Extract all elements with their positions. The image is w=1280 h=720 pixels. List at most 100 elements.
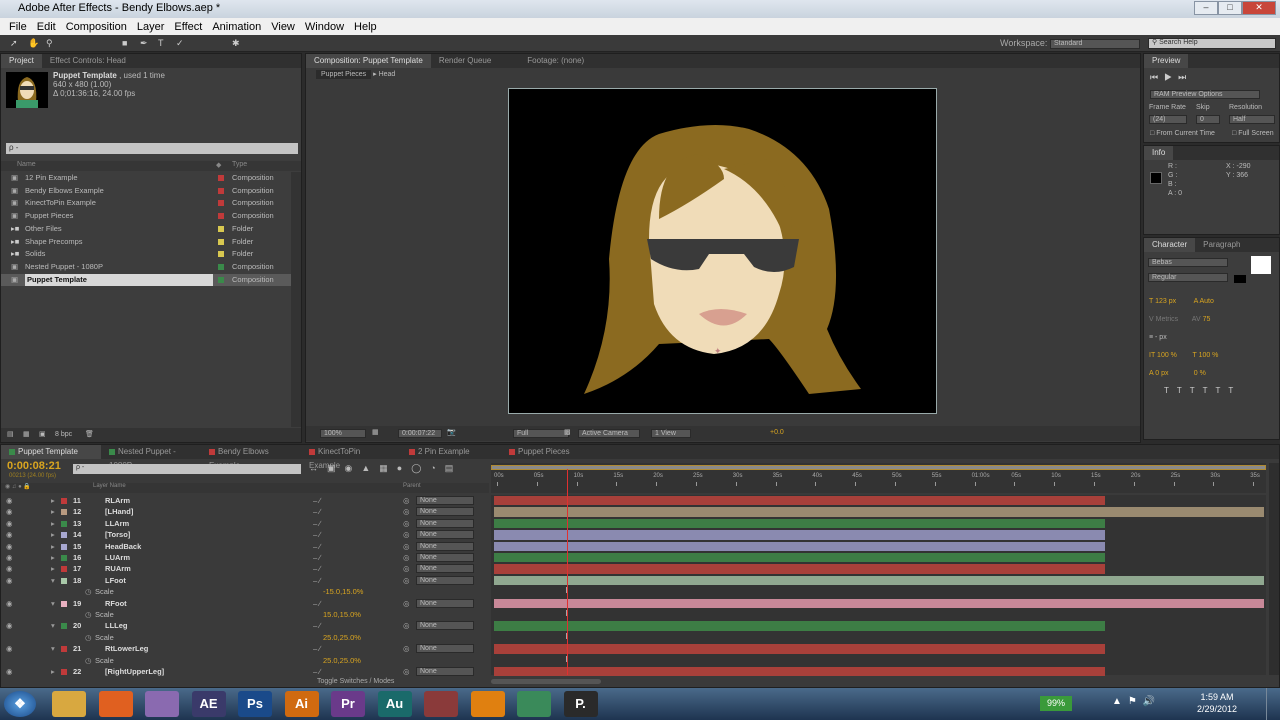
menu-effect[interactable]: Effect <box>169 21 207 33</box>
col-parent[interactable]: Parent <box>403 483 421 489</box>
new-folder-icon[interactable]: ▦ <box>23 430 30 438</box>
layer-label-color[interactable] <box>61 520 67 527</box>
scale-value[interactable]: 25.0,25.0% <box>323 655 361 667</box>
parent-select[interactable]: None <box>416 541 474 551</box>
stroke-width-value[interactable]: - px <box>1155 334 1167 341</box>
layer-name[interactable]: LFoot <box>105 575 126 587</box>
timeline-zoom-slider[interactable] <box>491 679 601 684</box>
project-search-input[interactable]: ρ - <box>6 143 298 154</box>
layer-switches[interactable]: – ∕ <box>313 598 321 610</box>
parent-select[interactable]: None <box>416 496 474 505</box>
visibility-eye-icon[interactable]: ◉ <box>6 666 13 678</box>
tab-paragraph[interactable]: Paragraph <box>1195 238 1248 252</box>
parent-select[interactable]: None <box>416 598 474 608</box>
expand-twirl-icon[interactable]: ▾ <box>51 575 55 587</box>
toggle-switches-modes-button[interactable]: Toggle Switches / Modes <box>317 678 394 685</box>
current-time-button[interactable]: 0:00:07:22 <box>398 429 442 438</box>
layer-label-color[interactable] <box>61 566 67 573</box>
view-layout-select[interactable]: 1 View <box>651 429 691 438</box>
tab-info[interactable]: Info <box>1144 146 1174 160</box>
zoom-tool-icon[interactable]: ⚲ <box>46 38 53 49</box>
expand-twirl-icon[interactable]: ▸ <box>51 529 55 541</box>
exposure-value[interactable]: +0.0 <box>770 429 784 436</box>
tab-render-queue[interactable]: Render Queue <box>431 54 499 68</box>
layer-duration-bar[interactable] <box>494 553 1105 563</box>
menu-help[interactable]: Help <box>349 21 382 33</box>
search-help-input[interactable]: ⚲ Search Help <box>1148 38 1276 49</box>
selection-tool-icon[interactable]: ➚ <box>10 38 18 49</box>
label-color[interactable] <box>218 187 224 194</box>
layer-row[interactable]: ◉ ▾ 21 RtLowerLeg – ∕ ◎ None <box>1 643 489 655</box>
project-scrollbar[interactable] <box>291 172 301 427</box>
visibility-eye-icon[interactable]: ◉ <box>6 575 13 587</box>
taskbar-app[interactable]: AE <box>191 691 226 717</box>
layer-switches[interactable]: – ∕ <box>313 552 321 564</box>
visibility-eye-icon[interactable]: ◉ <box>6 620 13 632</box>
visibility-eye-icon[interactable]: ◉ <box>6 506 13 518</box>
layer-name[interactable]: RLArm <box>105 495 130 507</box>
visibility-eye-icon[interactable]: ◉ <box>6 552 13 564</box>
timeline-scrollbar[interactable] <box>1269 463 1279 675</box>
parent-select[interactable]: None <box>416 530 474 540</box>
tracking-value[interactable]: 75 <box>1203 316 1211 323</box>
layer-duration-bar[interactable] <box>494 530 1105 540</box>
scale-property-row[interactable]: ◷ Scale -15.0,15.0% <box>1 586 489 598</box>
layer-label-color[interactable] <box>61 543 67 550</box>
expand-twirl-icon[interactable]: ▸ <box>51 552 55 564</box>
timeline-tab[interactable]: Bendy Elbows Example <box>201 445 301 470</box>
brush-tool-icon[interactable]: ✓ <box>176 38 184 49</box>
layer-row[interactable]: ◉ ▸ 14 [Torso] – ∕ ◎ None <box>1 529 489 541</box>
parent-select[interactable]: None <box>416 575 474 585</box>
layer-switches[interactable]: – ∕ <box>313 506 321 518</box>
timeline-tab[interactable]: KinectToPin Example <box>301 445 401 470</box>
expand-twirl-icon[interactable]: ▾ <box>51 620 55 632</box>
label-color[interactable] <box>218 238 224 245</box>
pickwhip-icon[interactable]: ◎ <box>403 563 410 575</box>
pickwhip-icon[interactable]: ◎ <box>403 518 410 530</box>
layer-switches[interactable]: – ∕ <box>313 643 321 655</box>
puppet-pin-tool-icon[interactable]: ✱ <box>232 38 240 49</box>
visibility-eye-icon[interactable]: ◉ <box>6 598 13 610</box>
composition-viewer[interactable]: ✦ <box>508 88 937 414</box>
trash-icon[interactable]: 🗑 <box>85 430 94 438</box>
menu-file[interactable]: File <box>4 21 32 33</box>
layer-duration-bar[interactable] <box>494 564 1105 574</box>
layer-name[interactable]: [RightUpperLeg] <box>105 666 164 678</box>
close-button[interactable]: ✕ <box>1242 1 1276 15</box>
layer-duration-bar[interactable] <box>494 667 1105 677</box>
tab-effect-controls[interactable]: Effect Controls: Head <box>42 54 134 68</box>
tsume-value[interactable]: 0 % <box>1194 370 1206 377</box>
layer-label-color[interactable] <box>61 498 67 504</box>
taskbar-app[interactable] <box>424 691 458 717</box>
visibility-eye-icon[interactable]: ◉ <box>6 518 13 530</box>
resolution-select[interactable]: Full <box>513 429 569 438</box>
layer-row[interactable]: ◉ ▸ 11 RLArm – ∕ ◎ None <box>1 495 489 507</box>
interpret-footage-icon[interactable]: ▤ <box>7 430 14 438</box>
layer-duration-bar[interactable] <box>494 541 1105 551</box>
layer-row[interactable]: ◉ ▸ 16 LUArm – ∕ ◎ None <box>1 552 489 564</box>
playhead[interactable] <box>567 469 569 675</box>
col-type[interactable]: Type <box>232 161 247 168</box>
text-tool-icon[interactable]: T <box>158 38 164 48</box>
layer-name[interactable]: [Torso] <box>105 529 130 541</box>
layer-name[interactable]: [LHand] <box>105 506 133 518</box>
timeline-search-input[interactable]: ρ - <box>73 464 301 474</box>
taskbar-app[interactable] <box>52 691 86 717</box>
layer-row[interactable]: ◉ ▾ 19 RFoot – ∕ ◎ None <box>1 598 489 610</box>
parent-select[interactable]: None <box>416 507 474 517</box>
layer-switches[interactable]: – ∕ <box>313 666 321 678</box>
snapshot-icon[interactable]: 📷 <box>447 428 456 436</box>
menu-composition[interactable]: Composition <box>61 21 132 33</box>
project-item[interactable]: ▸■ Other Files Folder <box>1 223 291 235</box>
expand-twirl-icon[interactable]: ▸ <box>51 563 55 575</box>
ram-preview-options-select[interactable]: RAM Preview Options <box>1150 90 1260 99</box>
layer-label-color[interactable] <box>61 555 67 561</box>
parent-select[interactable]: None <box>416 518 474 528</box>
taskbar-app[interactable] <box>98 691 133 717</box>
layer-name[interactable]: HeadBack <box>105 541 141 553</box>
layer-row[interactable]: ◉ ▸ 17 RUArm – ∕ ◎ None <box>1 563 489 575</box>
layer-row[interactable]: ◉ ▾ 18 LFoot – ∕ ◎ None <box>1 575 489 587</box>
scale-value[interactable]: 15.0,15.0% <box>323 609 361 621</box>
font-family-select[interactable]: Bebas <box>1148 258 1228 267</box>
visibility-eye-icon[interactable]: ◉ <box>6 529 13 541</box>
